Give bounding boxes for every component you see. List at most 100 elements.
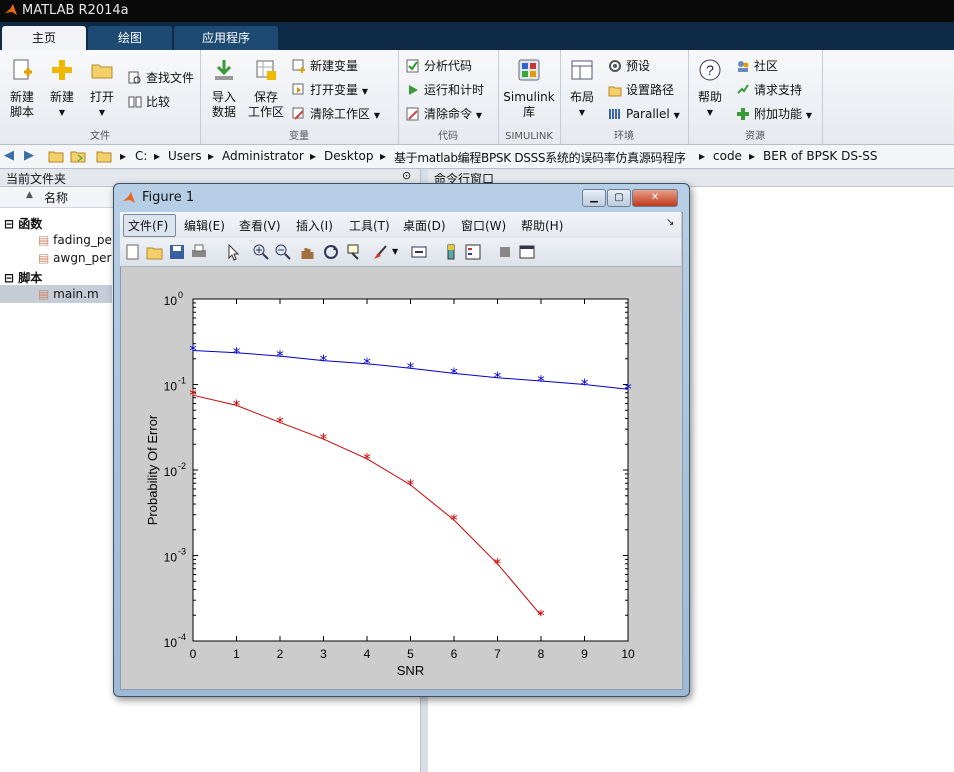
data-point-marker: * bbox=[450, 511, 458, 529]
collapse-icon[interactable]: ⊟ bbox=[4, 271, 18, 285]
breadcrumb-users[interactable]: Users bbox=[168, 149, 202, 163]
breadcrumb-separator: ▸ bbox=[310, 149, 317, 163]
panel-menu-icon[interactable]: ⊙ bbox=[402, 169, 411, 182]
run-and-time-label: 运行和计时 bbox=[424, 83, 485, 97]
link-icon[interactable] bbox=[410, 243, 428, 261]
data-cursor-icon[interactable] bbox=[346, 243, 364, 261]
show-tools-icon[interactable] bbox=[518, 243, 536, 261]
brush-icon[interactable] bbox=[370, 243, 388, 261]
close-button[interactable]: ✕ bbox=[632, 189, 678, 207]
save-icon[interactable] bbox=[168, 243, 186, 261]
run-and-time-button[interactable]: 运行和计时 bbox=[406, 80, 484, 100]
tab-home[interactable]: 主页 bbox=[2, 26, 86, 50]
clear-workspace-button[interactable]: 清除工作区 ▼ bbox=[292, 104, 380, 124]
layout-button[interactable]: 布局 ▼ bbox=[560, 56, 604, 120]
breadcrumb-code[interactable]: code bbox=[713, 149, 742, 163]
x-tick-label: 1 bbox=[233, 647, 240, 661]
collapse-icon[interactable]: ⊟ bbox=[4, 217, 18, 231]
open-variable-icon bbox=[292, 83, 304, 95]
list-item[interactable]: ▤ fading_pe bbox=[38, 233, 112, 247]
community-button[interactable]: 社区 bbox=[736, 56, 778, 76]
legend-icon[interactable] bbox=[464, 243, 482, 261]
breadcrumb-ber[interactable]: BER of BPSK DS-SS bbox=[763, 149, 878, 163]
group-label-environment: 环境 bbox=[614, 131, 634, 142]
chevron-down-icon: ▼ bbox=[98, 108, 106, 117]
figure-toolbar: ▼ bbox=[120, 238, 681, 267]
compare-button[interactable]: 比较 bbox=[128, 92, 170, 112]
clear-commands-button[interactable]: 清除命令 ▼ bbox=[406, 104, 482, 124]
help-button[interactable]: ? 帮助 ▼ bbox=[688, 56, 732, 120]
menu-view[interactable]: 查看(V) bbox=[239, 217, 281, 234]
tab-apps[interactable]: 应用程序 bbox=[174, 26, 278, 50]
menu-edit[interactable]: 编辑(E) bbox=[184, 217, 225, 234]
back-arrow-icon[interactable]: ◀ bbox=[4, 148, 14, 163]
print-icon[interactable] bbox=[190, 243, 208, 261]
current-folder-title: 当前文件夹 bbox=[6, 172, 67, 186]
zoom-in-icon[interactable] bbox=[252, 243, 270, 261]
x-tick-label: 8 bbox=[538, 647, 545, 661]
menu-file[interactable]: 文件(F) bbox=[128, 217, 168, 234]
pan-icon[interactable] bbox=[298, 243, 316, 261]
breadcrumb-c[interactable]: C: bbox=[135, 149, 147, 163]
section-scripts[interactable]: ⊟ 脚本 bbox=[4, 269, 42, 286]
forward-arrow-icon[interactable]: ▶ bbox=[24, 148, 34, 163]
section-functions[interactable]: ⊟ 函数 bbox=[4, 215, 42, 232]
request-support-button[interactable]: 请求支持 bbox=[736, 80, 802, 100]
save-workspace-label: 保存 工作区 bbox=[247, 90, 284, 119]
data-point-marker: * bbox=[537, 372, 545, 390]
data-point-marker: * bbox=[581, 376, 589, 394]
hide-tools-icon[interactable] bbox=[496, 243, 514, 261]
simulink-library-button[interactable]: Simulink 库 bbox=[502, 56, 556, 120]
app-title: MATLAB R2014a bbox=[22, 3, 129, 18]
column-name[interactable]: 名称 bbox=[44, 189, 68, 206]
list-item[interactable]: ▤ awgn_per bbox=[38, 251, 111, 265]
browse-folder-icon[interactable] bbox=[70, 149, 86, 163]
menu-help[interactable]: 帮助(H) bbox=[521, 217, 563, 234]
group-label-resources: 资源 bbox=[745, 131, 765, 142]
parallel-button[interactable]: Parallel ▼ bbox=[608, 104, 680, 124]
dock-arrow-icon[interactable]: ↘ bbox=[666, 217, 674, 228]
breadcrumb-desktop[interactable]: Desktop bbox=[324, 149, 374, 163]
open-button[interactable]: 打开 ▼ bbox=[80, 56, 124, 120]
rotate-icon[interactable] bbox=[322, 243, 340, 261]
open-icon[interactable] bbox=[146, 243, 164, 261]
minimize-button[interactable]: ▁ bbox=[582, 189, 606, 207]
data-point-marker: * bbox=[450, 364, 458, 382]
add-ons-button[interactable]: 附加功能 ▼ bbox=[736, 104, 812, 124]
layout-icon bbox=[571, 60, 593, 80]
menu-tools[interactable]: 工具(T) bbox=[349, 217, 390, 234]
open-variable-button[interactable]: 打开变量 ▼ bbox=[292, 80, 368, 100]
save-workspace-button[interactable]: 保存 工作区 bbox=[244, 56, 288, 120]
chevron-down-icon[interactable]: ▼ bbox=[392, 247, 398, 256]
tab-plots[interactable]: 绘图 bbox=[88, 26, 172, 50]
new-script-label: 新建 脚本 bbox=[9, 90, 34, 119]
chevron-down-icon: ▼ bbox=[475, 111, 482, 120]
maximize-button[interactable]: ▢ bbox=[607, 189, 631, 207]
find-files-button[interactable]: 查找文件 bbox=[128, 68, 194, 88]
up-folder-icon[interactable] bbox=[48, 149, 64, 163]
breadcrumb-project[interactable]: 基于matlab编程BPSK DSSS系统的误码率仿真源码程序 bbox=[394, 149, 686, 166]
sort-asc-icon[interactable]: ▲ bbox=[26, 190, 33, 200]
set-path-button[interactable]: 设置路径 bbox=[608, 80, 674, 100]
new-variable-button[interactable]: 新建变量 bbox=[292, 56, 358, 76]
colorbar-icon[interactable] bbox=[442, 243, 460, 261]
clear-workspace-icon bbox=[292, 107, 304, 120]
chevron-down-icon: ▼ bbox=[578, 108, 586, 117]
new-figure-icon[interactable] bbox=[124, 243, 142, 261]
menu-insert[interactable]: 插入(I) bbox=[296, 217, 333, 234]
preferences-button[interactable]: 预设 bbox=[608, 56, 650, 76]
new-button[interactable]: 新建 ▼ bbox=[40, 56, 84, 120]
zoom-out-icon[interactable] bbox=[274, 243, 292, 261]
import-data-button[interactable]: 导入 数据 bbox=[202, 56, 246, 120]
pointer-icon[interactable] bbox=[224, 243, 242, 261]
menu-window[interactable]: 窗口(W) bbox=[461, 217, 506, 234]
new-script-button[interactable]: 新建 脚本 bbox=[0, 56, 44, 120]
data-point-marker: * bbox=[494, 369, 502, 387]
open-variable-label: 打开变量 bbox=[310, 83, 359, 97]
chevron-down-icon: ▼ bbox=[805, 111, 812, 120]
selected-row[interactable]: ▤ main.m bbox=[0, 285, 112, 303]
breadcrumb-administrator[interactable]: Administrator bbox=[222, 149, 304, 163]
address-bar: ◀ ▶ ▸ C: ▸ Users ▸ Administrator ▸ Deskt… bbox=[0, 145, 954, 169]
menu-desktop[interactable]: 桌面(D) bbox=[403, 217, 446, 234]
analyze-code-button[interactable]: 分析代码 bbox=[406, 56, 472, 76]
